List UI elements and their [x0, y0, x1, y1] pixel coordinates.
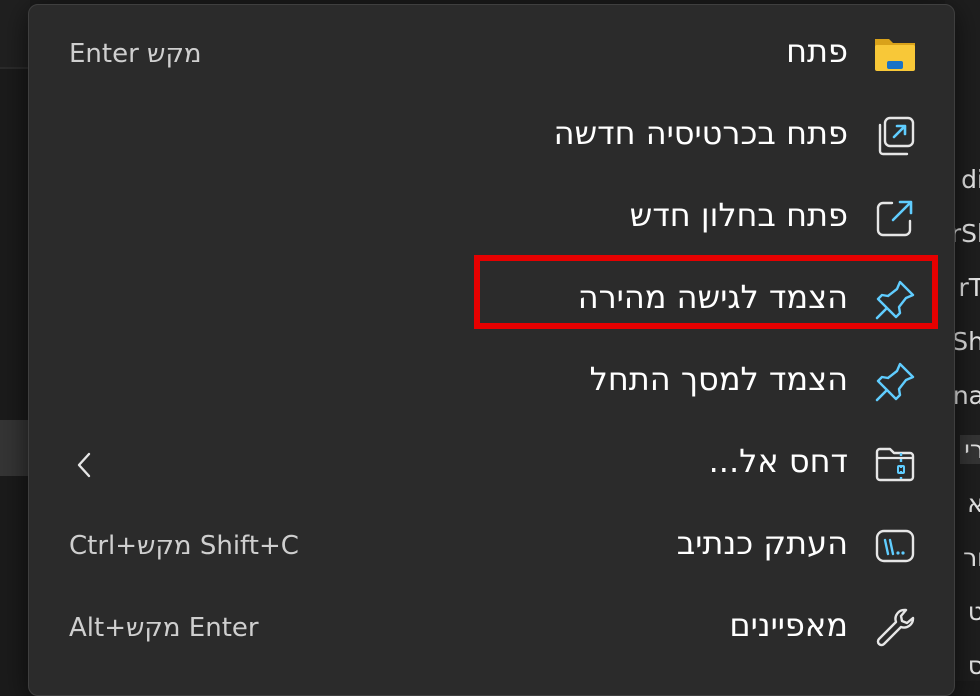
menu-item-pin-start[interactable]: הצמד למסך התחל [29, 343, 954, 423]
background-text: א [967, 489, 980, 518]
open-in-new-tab-icon [872, 113, 918, 159]
background-text: na [952, 381, 980, 410]
menu-item-open-new-tab[interactable]: פתח בכרטיסיה חדשה [29, 97, 954, 177]
menu-item-shortcut: מקש Enter [69, 39, 202, 69]
menu-item-label: מאפיינים [729, 606, 848, 644]
background-selected-row [0, 420, 30, 476]
menu-item-label: פתח בחלון חדש [629, 196, 848, 234]
menu-item-open[interactable]: פתח מקש Enter [29, 15, 954, 95]
menu-item-label: הצמד לגישה מהירה [577, 278, 848, 316]
menu-item-label: הצמד למסך התחל [589, 360, 848, 398]
background-text: di [961, 165, 980, 194]
copy-path-icon [872, 523, 918, 569]
menu-item-shortcut: Alt+מקש Enter [69, 613, 259, 643]
background-text: Sh [952, 327, 980, 356]
zip-folder-icon [872, 441, 918, 487]
menu-item-copy-as-path[interactable]: העתק כנתיב Ctrl+מקש Shift+C [29, 507, 954, 587]
menu-item-shortcut: Ctrl+מקש Shift+C [69, 531, 299, 561]
background-text: rT [958, 273, 980, 302]
background-text: ור [963, 543, 980, 572]
wrench-icon [872, 605, 918, 651]
menu-item-compress-to[interactable]: דחס אל... [29, 425, 954, 505]
open-in-new-window-icon [872, 195, 918, 241]
background-text: ס [967, 651, 980, 680]
folder-icon [872, 31, 918, 77]
context-menu: פתח מקש Enter פתח בכרטיסיה חדשה פתח בחלו… [28, 4, 955, 696]
menu-item-pin-quick-access[interactable]: הצמד לגישה מהירה [29, 255, 954, 341]
chevron-left-icon [69, 447, 99, 483]
menu-item-label: פתח בכרטיסיה חדשה [553, 114, 848, 152]
background-text: rSl [950, 219, 980, 248]
menu-item-label: העתק כנתיב [676, 524, 848, 562]
menu-item-label: פתח [786, 32, 848, 70]
menu-item-label: דחס אל... [708, 442, 848, 480]
menu-item-properties[interactable]: מאפיינים Alt+מקש Enter [29, 589, 954, 669]
pin-icon [872, 359, 918, 405]
menu-item-open-new-window[interactable]: פתח בחלון חדש [29, 179, 954, 259]
pin-icon [872, 277, 918, 323]
background-text: ט [967, 597, 980, 626]
background-text: רי [960, 435, 980, 464]
background-panel-top [0, 0, 30, 68]
